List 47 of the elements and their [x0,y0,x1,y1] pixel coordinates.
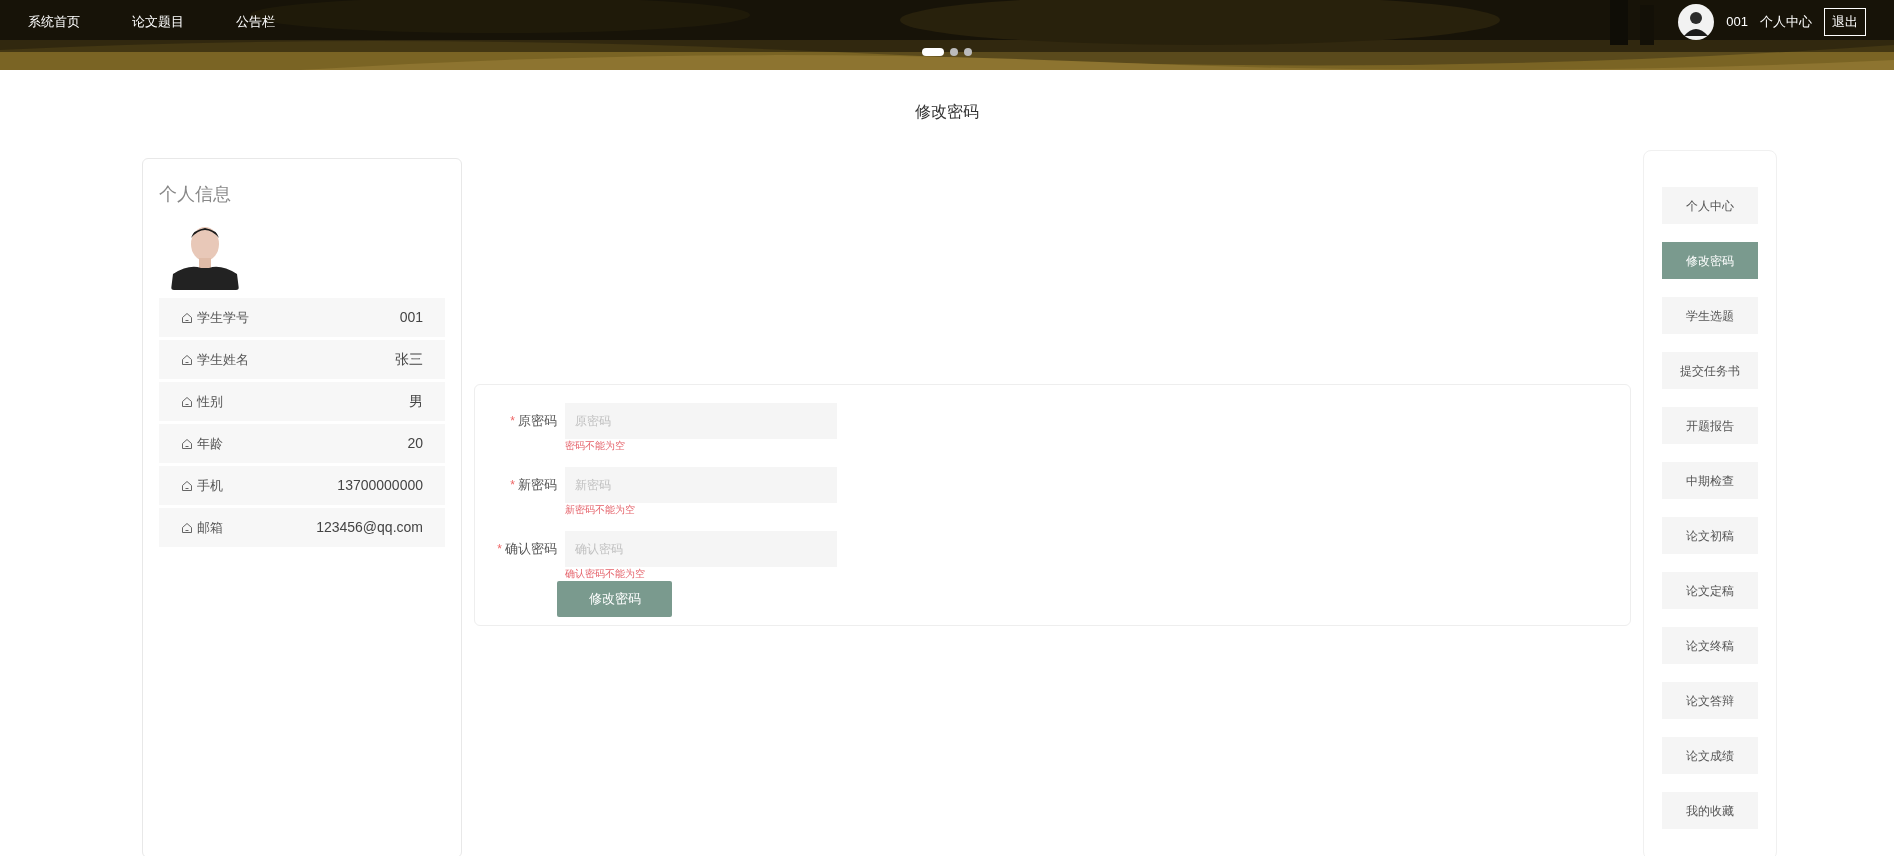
nav-link[interactable]: 公告栏 [236,12,275,32]
menu-item[interactable]: 论文终稿 [1662,627,1758,664]
nav-link[interactable]: 系统首页 [28,12,80,32]
info-value: 张三 [395,350,423,369]
required-mark: * [510,413,515,430]
info-value: 123456@qq.com [316,518,423,537]
required-mark: * [510,477,515,494]
user-name: 001 [1726,13,1748,32]
personal-center-link[interactable]: 个人中心 [1760,12,1812,32]
home-icon [181,353,193,366]
info-value: 13700000000 [337,476,423,495]
menu-item[interactable]: 论文初稿 [1662,517,1758,554]
page-title: 修改密码 [915,102,979,122]
info-label: 学生学号 [197,308,249,327]
error-message: 密码不能为空 [565,439,626,453]
info-value: 20 [407,434,423,453]
info-value: 001 [399,308,423,327]
menu-item[interactable]: 开题报告 [1662,407,1758,444]
menu-item[interactable]: 中期检查 [1662,462,1758,499]
card-title: 个人信息 [159,183,231,206]
info-value: 男 [409,392,423,411]
menu-item[interactable]: 论文定稿 [1662,572,1758,609]
home-icon [181,521,193,534]
info-label: 性别 [197,392,223,411]
home-icon [181,311,193,324]
avatar-icon [1678,4,1715,40]
field-label: 原密码 [518,412,557,431]
menu-item[interactable]: 个人中心 [1662,187,1758,224]
menu-item[interactable]: 我的收藏 [1662,792,1758,829]
home-icon [181,395,193,408]
info-label: 手机 [197,476,223,495]
error-message: 新密码不能为空 [565,503,636,517]
menu-item[interactable]: 论文答辩 [1662,682,1758,719]
error-message: 确认密码不能为空 [565,567,646,581]
field-label: 新密码 [518,476,557,495]
field-label: 确认密码 [505,540,557,559]
home-icon [181,437,193,450]
info-label: 邮箱 [197,518,223,537]
menu-item[interactable]: 论文成绩 [1662,737,1758,774]
nav-link[interactable]: 论文题目 [132,12,184,32]
menu-item[interactable]: 学生选题 [1662,297,1758,334]
home-icon [181,479,193,492]
menu-item[interactable]: 提交任务书 [1662,352,1758,389]
info-label: 年龄 [197,434,223,453]
logout-button[interactable]: 退出 [1824,8,1866,36]
info-label: 学生姓名 [197,350,249,369]
required-mark: * [497,541,502,558]
